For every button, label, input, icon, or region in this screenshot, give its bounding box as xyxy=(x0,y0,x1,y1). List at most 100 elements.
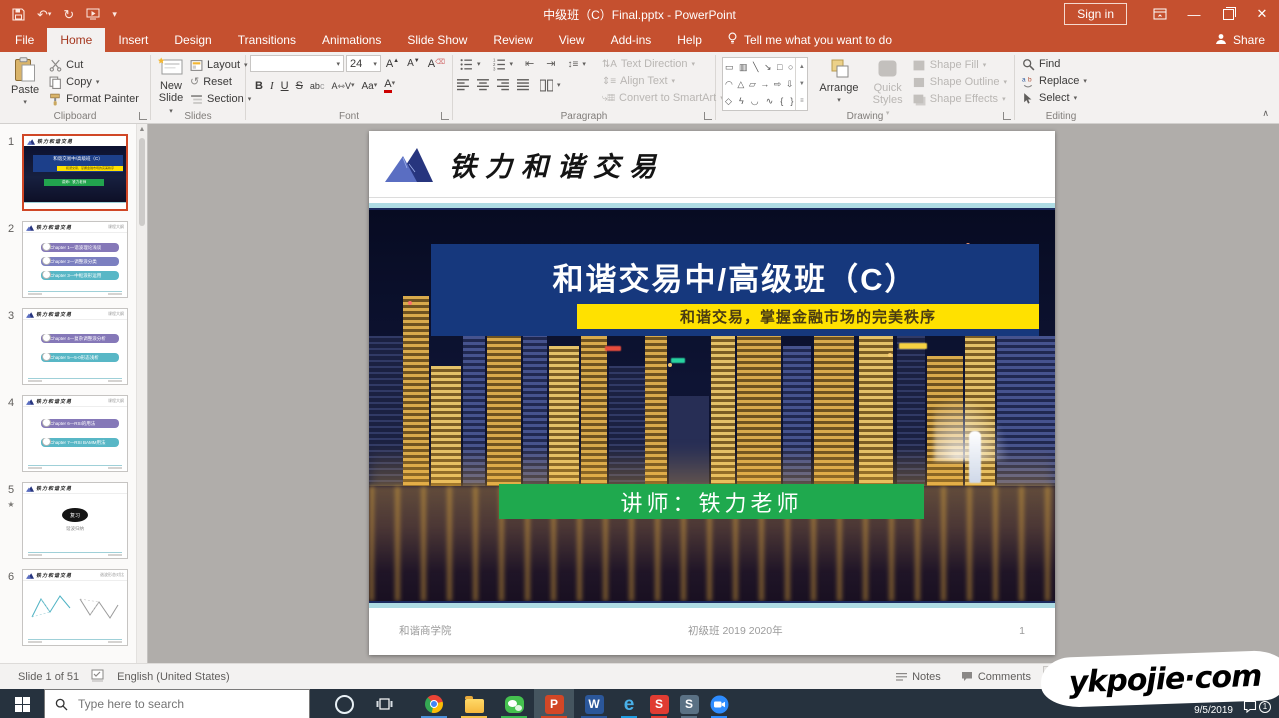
tab-help[interactable]: Help xyxy=(664,28,715,52)
thumbnail-slide-1[interactable]: 1 铁力和谐交易 和谐交易中/高级班（C） 和谐交易，掌握金融市场的完美秩序 讲… xyxy=(0,134,147,211)
zoom-taskbar-button[interactable] xyxy=(704,689,734,718)
tab-addins[interactable]: Add-ins xyxy=(598,28,665,52)
action-center-button[interactable]: 1 xyxy=(1243,700,1271,718)
comments-button[interactable]: Comments xyxy=(953,668,1039,686)
justify-button[interactable] xyxy=(517,78,530,94)
change-case-button[interactable]: Aa▾ xyxy=(359,80,381,93)
font-size-combo[interactable]: 24▾ xyxy=(346,55,381,72)
layout-button[interactable]: Layout▾ xyxy=(187,57,254,74)
tab-animations[interactable]: Animations xyxy=(309,28,394,52)
tab-file[interactable]: File xyxy=(2,28,47,52)
increase-indent-button[interactable]: ⇥ xyxy=(543,56,558,73)
word-taskbar-button[interactable]: W xyxy=(574,689,614,718)
thumbnail-slide-3[interactable]: 3 铁力和谐交易课程大纲 Chapter 4—复杂调整浪分析 Chapter 5… xyxy=(0,308,147,385)
tab-transitions[interactable]: Transitions xyxy=(225,28,309,52)
customize-qat-icon[interactable]: ▾ xyxy=(112,8,117,21)
edge-taskbar-button[interactable]: e xyxy=(614,689,644,718)
powerpoint-taskbar-button[interactable]: P xyxy=(534,689,574,718)
bullets-button[interactable]: ▾ xyxy=(457,56,484,73)
text-shadow-button[interactable]: abc xyxy=(307,80,328,92)
font-color-button[interactable]: A▾ xyxy=(381,78,398,94)
thumbnail-scrollbar[interactable]: ▲ xyxy=(136,124,147,663)
underline-button[interactable]: U xyxy=(278,79,292,93)
tab-design[interactable]: Design xyxy=(161,28,224,52)
select-button[interactable]: Select▾ xyxy=(1019,90,1103,107)
character-spacing-button[interactable]: A⇿V▾ xyxy=(328,80,357,93)
minimize-button[interactable]: — xyxy=(1177,0,1211,28)
tab-view[interactable]: View xyxy=(546,28,598,52)
ribbon-display-options-icon[interactable] xyxy=(1143,0,1177,28)
thumbnail-slide-2[interactable]: 2 铁力和谐交易课程大纲 Chapter 1—谐波理论浅谈 Chapter 2—… xyxy=(0,221,147,298)
shape-effects-button[interactable]: Shape Effects▾ xyxy=(910,91,1010,108)
search-input[interactable] xyxy=(76,696,280,712)
font-name-combo[interactable]: ▾ xyxy=(250,55,344,72)
slide-editor[interactable]: 铁力和谐交易 xyxy=(369,131,1055,655)
shape-fill-button[interactable]: Shape Fill▾ xyxy=(910,57,1010,74)
strikethrough-button[interactable]: S xyxy=(293,79,306,93)
font-dialog-launcher[interactable] xyxy=(441,112,449,120)
align-left-button[interactable] xyxy=(457,78,470,94)
format-painter-button[interactable]: Format Painter xyxy=(46,91,142,108)
find-button[interactable]: Find xyxy=(1019,56,1103,73)
close-button[interactable]: ✕ xyxy=(1245,0,1279,28)
chrome-taskbar-button[interactable] xyxy=(414,689,454,718)
title-box[interactable]: 和谐交易中/高级班（C） 和谐交易，掌握金融市场的完美秩序 xyxy=(431,244,1039,336)
shape-outline-button[interactable]: Shape Outline▾ xyxy=(910,74,1010,91)
numbering-button[interactable]: 123▾ xyxy=(490,56,517,73)
tab-home[interactable]: Home xyxy=(47,28,105,52)
thumbnail-slide-4[interactable]: 4 铁力和谐交易课程大纲 Chapter 6—RSI的用法 Chapter 7—… xyxy=(0,395,147,472)
lecturer-banner[interactable]: 讲师：铁力老师 xyxy=(499,484,924,519)
app-s-slate-taskbar-button[interactable]: S xyxy=(674,689,704,718)
tab-slideshow[interactable]: Slide Show xyxy=(394,28,480,52)
paragraph-dialog-launcher[interactable] xyxy=(704,112,712,120)
redo-icon[interactable]: ↻ xyxy=(63,8,74,21)
language-status[interactable]: English (United States) xyxy=(117,671,230,683)
columns-button[interactable]: ▾ xyxy=(537,77,564,94)
reset-button[interactable]: ↺ Reset xyxy=(187,74,254,91)
scroll-up-icon[interactable]: ▲ xyxy=(137,124,147,133)
bold-button[interactable]: B xyxy=(252,79,266,93)
section-button[interactable]: Section▾ xyxy=(187,91,254,108)
shrink-font-button[interactable]: A▼ xyxy=(404,57,423,70)
align-right-button[interactable] xyxy=(497,78,510,94)
restore-button[interactable] xyxy=(1211,0,1245,28)
italic-button[interactable]: I xyxy=(267,79,277,93)
taskbar-search[interactable] xyxy=(44,689,310,718)
start-button[interactable] xyxy=(0,689,44,718)
convert-smartart-button[interactable]: ⤷▦Convert to SmartArt▾ xyxy=(599,90,727,107)
wechat-taskbar-button[interactable] xyxy=(494,689,534,718)
tell-me-box[interactable]: Tell me what you want to do xyxy=(715,28,904,52)
cut-button[interactable]: Cut xyxy=(46,57,142,74)
thumbnail-slide-6[interactable]: 6 铁力和谐交易谐波形态对比 xyxy=(0,569,147,646)
shapes-scrollbar[interactable]: ▲▼≡ xyxy=(795,58,807,110)
drawing-dialog-launcher[interactable] xyxy=(1003,112,1011,120)
app-s-red-taskbar-button[interactable]: S xyxy=(644,689,674,718)
tab-insert[interactable]: Insert xyxy=(105,28,161,52)
file-explorer-taskbar-button[interactable] xyxy=(454,689,494,718)
align-center-button[interactable] xyxy=(477,78,490,94)
start-from-beginning-icon[interactable] xyxy=(86,8,100,20)
grow-font-button[interactable]: A▲ xyxy=(383,57,402,71)
align-text-button[interactable]: ⇕≡Align Text▾ xyxy=(599,73,727,90)
share-button[interactable]: Share xyxy=(1215,28,1279,52)
taskbar-date[interactable]: 9/5/2019 xyxy=(1194,705,1233,718)
shapes-gallery[interactable]: ▭▥╲↘□○ ◠△▱→⇨⇩ ◇ϟ◡∿{} ▲▼≡ xyxy=(722,57,808,111)
undo-icon[interactable]: ↶▾ xyxy=(37,8,51,21)
cortana-button[interactable] xyxy=(324,689,364,718)
task-view-button[interactable] xyxy=(364,689,404,718)
text-direction-button[interactable]: ⇅AText Direction▾ xyxy=(599,56,727,73)
slide-indicator[interactable]: Slide 1 of 51 xyxy=(18,671,79,683)
tab-review[interactable]: Review xyxy=(480,28,545,52)
notes-button[interactable]: Notes xyxy=(888,668,949,686)
clipboard-dialog-launcher[interactable] xyxy=(139,112,147,120)
decrease-indent-button[interactable]: ⇤ xyxy=(522,56,537,73)
spellcheck-icon[interactable] xyxy=(91,669,105,685)
slide-subtitle[interactable]: 和谐交易，掌握金融市场的完美秩序 xyxy=(577,304,1039,329)
thumbnail-slide-5[interactable]: 5★ 铁力和谐交易 复习 谐波归纳 xyxy=(0,482,147,559)
sign-in-button[interactable]: Sign in xyxy=(1064,3,1127,25)
paste-button[interactable]: Paste ▾ xyxy=(4,55,46,111)
line-spacing-button[interactable]: ↕≡▾ xyxy=(564,56,588,73)
copy-button[interactable]: Copy▾ xyxy=(46,74,142,91)
collapse-ribbon-icon[interactable]: ∧ xyxy=(1262,108,1269,119)
clear-formatting-button[interactable]: A⌫ xyxy=(425,57,448,71)
